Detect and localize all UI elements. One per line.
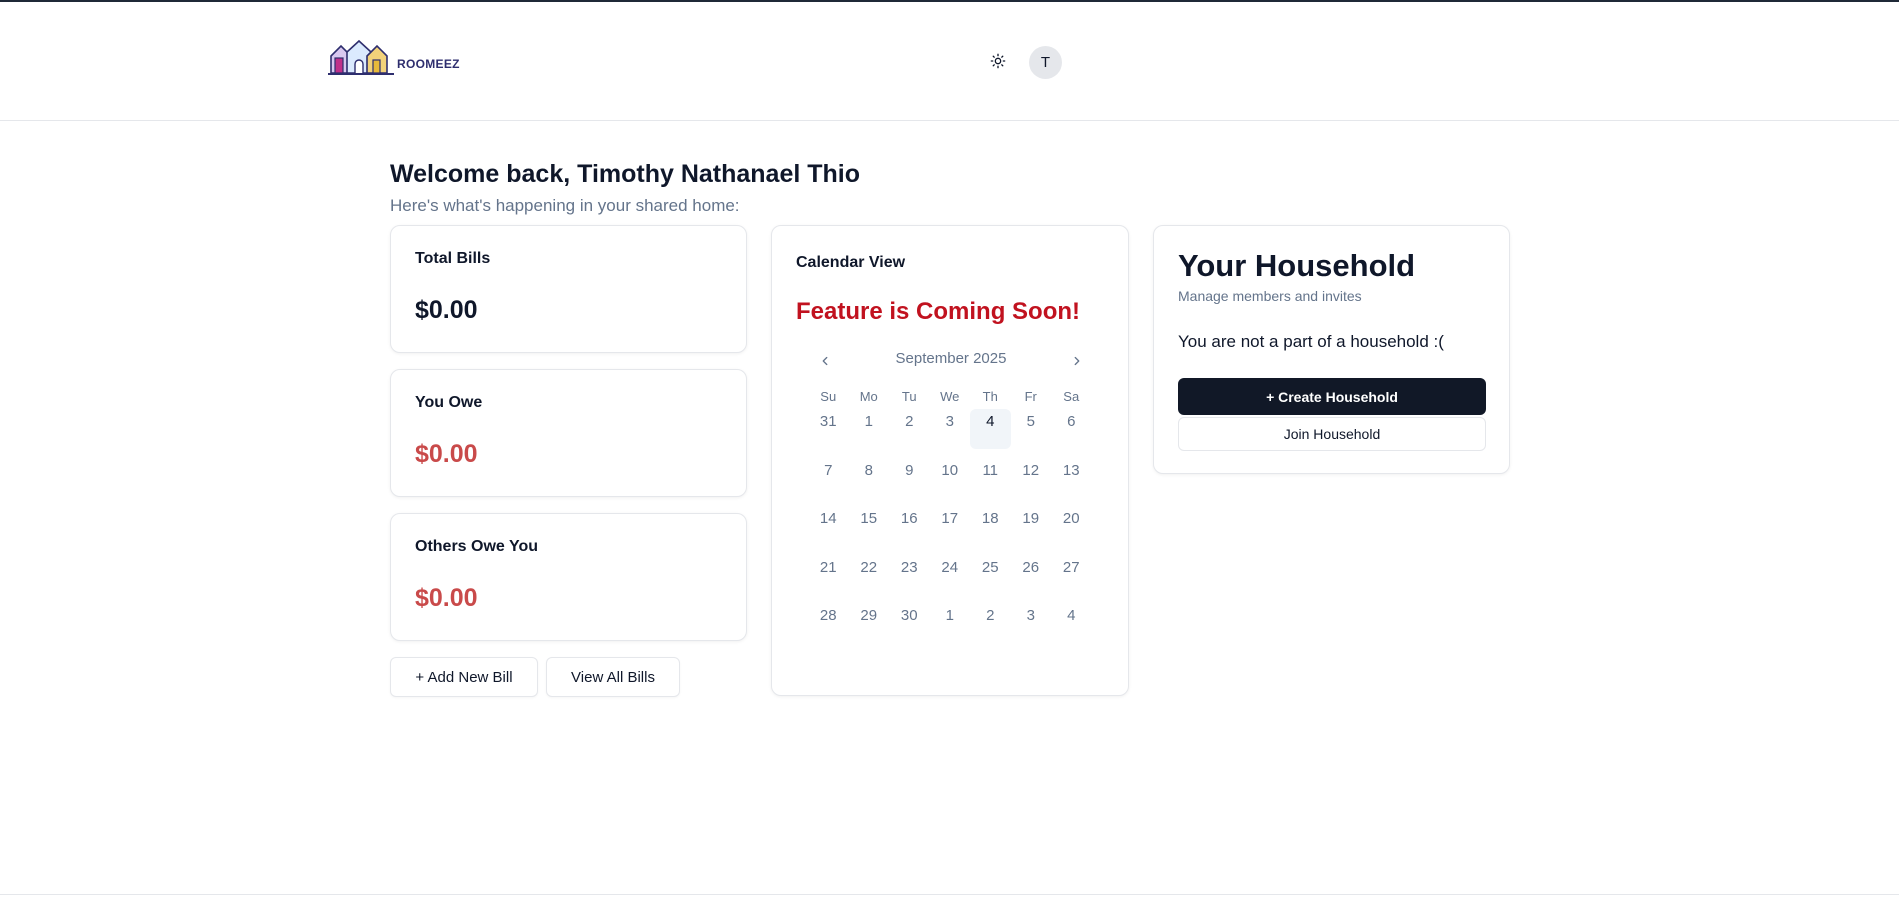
weekday-label: Fr <box>1024 389 1037 404</box>
calendar-day[interactable]: 23 <box>889 555 930 595</box>
coming-soon-notice: Feature is Coming Soon! <box>796 298 1081 325</box>
view-all-bills-button[interactable]: View All Bills <box>546 657 680 697</box>
stat-label: Total Bills <box>415 250 491 267</box>
add-new-bill-button[interactable]: + Add New Bill <box>390 657 538 697</box>
stat-amount: $0.00 <box>415 296 478 324</box>
calendar-day[interactable]: 30 <box>889 603 930 643</box>
app-header: ROOMEEZ T <box>0 2 1899 121</box>
sun-icon <box>990 53 1006 69</box>
calendar-day[interactable]: 20 <box>1051 506 1092 546</box>
calendar-week-row: 7 8 9 10 11 12 13 <box>808 458 1092 507</box>
calendar-day[interactable]: 27 <box>1051 555 1092 595</box>
calendar-day[interactable]: 10 <box>930 458 971 498</box>
calendar-day[interactable]: 2 <box>889 409 930 449</box>
calendar-day[interactable]: 1 <box>930 603 971 643</box>
theme-toggle-button[interactable] <box>983 46 1013 76</box>
calendar-day[interactable]: 25 <box>970 555 1011 595</box>
calendar-day[interactable]: 12 <box>1011 458 1052 498</box>
calendar-grid: Su Mo Tu We Th Fr Sa 31 1 2 3 4 5 6 7 8 9 10 11 12 13 14 15 16… <box>808 389 1092 652</box>
calendar-card: Calendar View Feature is Coming Soon! Se… <box>771 225 1129 696</box>
calendar-day[interactable]: 3 <box>930 409 971 449</box>
create-household-button[interactable]: + Create Household <box>1178 378 1486 415</box>
calendar-day[interactable]: 21 <box>808 555 849 595</box>
calendar-day[interactable]: 7 <box>808 458 849 498</box>
calendar-week-row: 14 15 16 17 18 19 20 <box>808 506 1092 555</box>
others-owe-you-card: Others Owe You $0.00 <box>390 513 747 641</box>
calendar-day[interactable]: 11 <box>970 458 1011 498</box>
calendar-day[interactable]: 15 <box>849 506 890 546</box>
next-month-button[interactable] <box>1064 348 1090 374</box>
household-subtitle: Manage members and invites <box>1178 288 1362 304</box>
calendar-day[interactable]: 9 <box>889 458 930 498</box>
calendar-day[interactable]: 18 <box>970 506 1011 546</box>
household-card: Your Household Manage members and invite… <box>1153 225 1510 474</box>
household-title: Your Household <box>1178 248 1416 283</box>
weekday-label: Th <box>982 389 998 404</box>
calendar-day[interactable]: 8 <box>849 458 890 498</box>
stat-label: You Owe <box>415 394 483 411</box>
page-title: Welcome back, Timothy Nathanael Thio <box>390 160 861 188</box>
weekday-label: Su <box>820 389 837 404</box>
weekday-label: We <box>940 389 960 404</box>
footer-divider <box>0 894 1899 895</box>
total-bills-card: Total Bills $0.00 <box>390 225 747 353</box>
calendar-day[interactable]: 19 <box>1011 506 1052 546</box>
stat-label: Others Owe You <box>415 538 538 555</box>
calendar-week-row: 31 1 2 3 4 5 6 <box>808 409 1092 458</box>
weekday-label: Mo <box>859 389 878 404</box>
calendar-day[interactable]: 24 <box>930 555 971 595</box>
calendar-day[interactable]: 17 <box>930 506 971 546</box>
calendar-week-row: 28 29 30 1 2 3 4 <box>808 603 1092 652</box>
weekday-label: Sa <box>1063 389 1080 404</box>
calendar-week-row: 21 22 23 24 25 26 27 <box>808 555 1092 604</box>
calendar-title: Calendar View <box>796 254 906 271</box>
logo-text: ROOMEEZ <box>397 57 460 71</box>
join-household-button[interactable]: Join Household <box>1178 417 1486 451</box>
calendar-day[interactable]: 26 <box>1011 555 1052 595</box>
calendar-day[interactable]: 31 <box>808 409 849 449</box>
weekday-label: Tu <box>901 389 917 404</box>
calendar-day[interactable]: 14 <box>808 506 849 546</box>
houses-logo-icon <box>328 39 394 75</box>
stat-amount: $0.00 <box>415 584 478 612</box>
weekday-header-row: Su Mo Tu We Th Fr Sa <box>808 389 1092 409</box>
household-status-message: You are not a part of a household :( <box>1178 332 1444 351</box>
chevron-right-icon <box>1074 356 1080 366</box>
calendar-day[interactable]: 4 <box>1051 603 1092 643</box>
calendar-day[interactable]: 4 <box>970 409 1011 449</box>
calendar-day[interactable]: 5 <box>1011 409 1052 449</box>
calendar-day[interactable]: 22 <box>849 555 890 595</box>
calendar-day[interactable]: 28 <box>808 603 849 643</box>
calendar-day[interactable]: 3 <box>1011 603 1052 643</box>
app-logo[interactable]: ROOMEEZ <box>327 38 460 76</box>
user-avatar[interactable]: T <box>1029 46 1062 79</box>
calendar-day[interactable]: 6 <box>1051 409 1092 449</box>
calendar-day[interactable]: 1 <box>849 409 890 449</box>
stat-amount: $0.00 <box>415 440 478 468</box>
calendar-day[interactable]: 2 <box>970 603 1011 643</box>
you-owe-card: You Owe $0.00 <box>390 369 747 497</box>
calendar-day[interactable]: 13 <box>1051 458 1092 498</box>
page-subtitle: Here's what's happening in your shared h… <box>390 196 740 215</box>
calendar-day[interactable]: 16 <box>889 506 930 546</box>
calendar-day[interactable]: 29 <box>849 603 890 643</box>
